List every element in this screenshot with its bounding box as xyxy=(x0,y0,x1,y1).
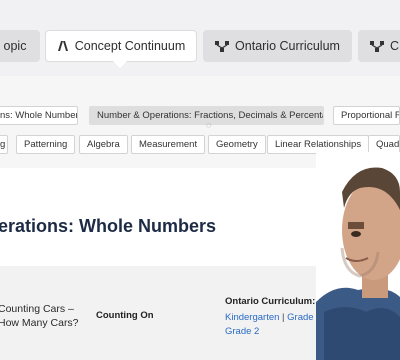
continuum-icon xyxy=(57,41,69,51)
strand-chip-label: ns: Whole Numbers xyxy=(0,110,78,121)
topic-chip-label: Geometry xyxy=(216,139,258,150)
tab-concept-continuum-label: Concept Continuum xyxy=(74,39,186,53)
tab-ontario-curriculum[interactable]: Ontario Curriculum xyxy=(203,30,352,62)
tab-fourth[interactable]: C xyxy=(358,30,400,62)
presenter-video-overlay xyxy=(316,152,400,360)
topic-chip-label: Algebra xyxy=(87,139,120,150)
activity-title[interactable]: Counting Cars – How Many Cars? xyxy=(0,302,88,330)
tab-topic[interactable]: opic xyxy=(0,30,40,62)
topic-chip-label: Patterning xyxy=(24,139,68,150)
topic-chip-label: Linear Relationships xyxy=(275,139,362,150)
topic-chip-measurement[interactable]: Measurement xyxy=(131,135,206,154)
tab-ontario-curriculum-label: Ontario Curriculum xyxy=(235,39,340,53)
top-bar xyxy=(0,0,400,20)
topic-chip-label: g xyxy=(0,139,6,150)
tab-concept-continuum[interactable]: Concept Continuum xyxy=(45,30,197,62)
strand-chip-label: Proportional Re xyxy=(341,110,399,121)
topic-chip-counting[interactable]: g xyxy=(0,135,8,154)
grade-link-kindergarten[interactable]: Kindergarten xyxy=(225,312,279,323)
tab-topic-label: opic xyxy=(3,39,27,53)
hierarchy-icon xyxy=(215,40,230,52)
tab-fourth-label: C xyxy=(390,39,400,53)
activity-skill: Counting On xyxy=(96,310,154,321)
strand-chip-proportional[interactable]: Proportional Re xyxy=(333,106,400,125)
hierarchy-icon xyxy=(370,40,384,52)
topic-chip-geometry[interactable]: Geometry xyxy=(208,135,266,154)
grade-separator: | xyxy=(282,312,285,323)
curriculum-label: Ontario Curriculum: xyxy=(225,296,316,307)
presenter-image xyxy=(316,152,400,360)
active-tab-pointer xyxy=(113,61,127,68)
topic-chip-label: Quadra xyxy=(376,139,400,150)
section-heading: erations: Whole Numbers xyxy=(0,216,217,236)
mouse-cursor-icon: ◌ xyxy=(206,120,212,130)
grade-link-grade-2[interactable]: Grade 2 xyxy=(225,326,259,337)
topic-chip-label: Measurement xyxy=(139,139,198,150)
topic-chip-algebra[interactable]: Algebra xyxy=(79,135,128,154)
strand-chip-whole-numbers[interactable]: ns: Whole Numbers xyxy=(0,106,78,125)
topic-chip-patterning[interactable]: Patterning xyxy=(16,135,76,154)
